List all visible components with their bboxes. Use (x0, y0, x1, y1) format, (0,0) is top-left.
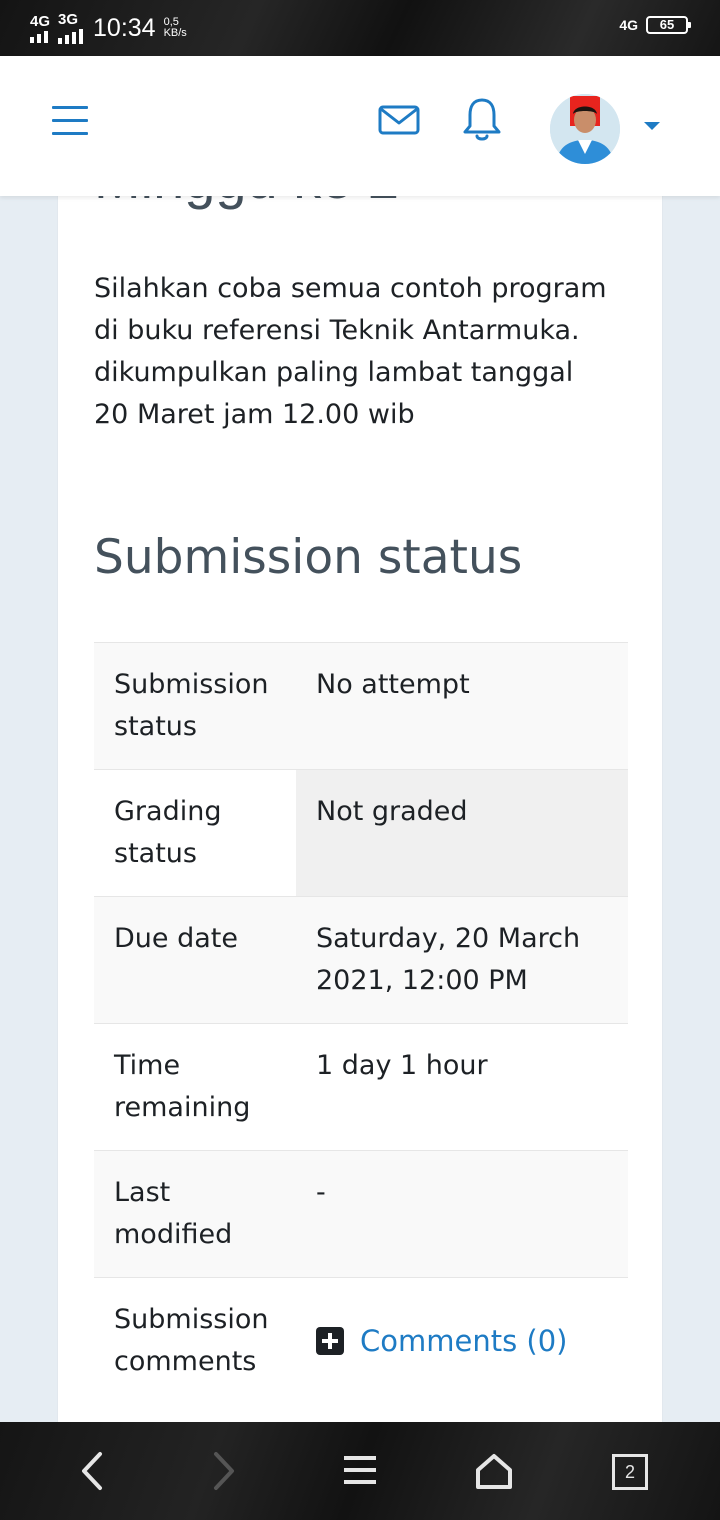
row-value: - (296, 1150, 628, 1278)
menu-icon[interactable] (342, 1454, 378, 1486)
app-header (0, 56, 720, 196)
row-value: 1 day 1 hour (296, 1023, 628, 1151)
chevron-left-icon[interactable] (76, 1450, 106, 1492)
section-title: Submission status (94, 530, 523, 585)
network-speed: 0,5 KB/s (164, 17, 187, 39)
row-label: Submission status (94, 642, 296, 770)
hamburger-icon[interactable] (52, 106, 88, 136)
comments-link[interactable]: Comments (0) (360, 1320, 568, 1362)
battery-level: 65 (659, 17, 675, 32)
table-row: Time remaining 1 day 1 hour (94, 1023, 628, 1151)
bell-icon[interactable] (462, 96, 502, 144)
row-label: Due date (94, 896, 296, 1024)
row-label: Last modified (94, 1150, 296, 1278)
signal-1: 4G (30, 14, 50, 43)
network-type-1: 4G (30, 12, 51, 30)
row-value: Saturday, 20 March 2021, 12:00 PM (296, 896, 628, 1024)
plus-square-icon[interactable] (316, 1327, 344, 1355)
tabs-button[interactable]: 2 (612, 1454, 648, 1490)
battery-icon: 65 (646, 16, 691, 34)
network-type-2: 3G (58, 11, 79, 28)
row-label: Submission comments (94, 1277, 296, 1404)
home-icon[interactable] (474, 1452, 514, 1490)
browser-nav-bar: 2 (0, 1422, 720, 1520)
status-left: 4G 3G 10:34 0,5 KB/s (30, 12, 187, 44)
mail-icon[interactable] (378, 104, 420, 136)
tabs-count: 2 (624, 1462, 635, 1482)
row-label: Time remaining (94, 1023, 296, 1151)
signal-2: 3G (58, 11, 84, 44)
row-label: Grading status (94, 769, 296, 897)
chevron-right-icon[interactable] (210, 1450, 240, 1492)
comments-toggle[interactable]: Comments (0) (316, 1320, 608, 1362)
clock: 10:34 (93, 13, 156, 42)
signal-bars-icon (30, 30, 48, 43)
table-row: Due date Saturday, 20 March 2021, 12:00 … (94, 896, 628, 1024)
table-row: Last modified - (94, 1150, 628, 1278)
speed-unit: KB/s (163, 27, 187, 39)
status-bar: 4G 3G 10:34 0,5 KB/s 4G 65 (0, 0, 720, 56)
row-value: Not graded (296, 769, 628, 897)
submission-status-table: Submission status No attempt Grading sta… (94, 642, 628, 1404)
status-right: 4G 65 (619, 16, 691, 34)
caret-down-icon[interactable] (644, 122, 660, 130)
row-value: No attempt (296, 642, 628, 770)
assignment-intro: Silahkan coba semua contoh program di bu… (94, 273, 607, 430)
signal-bars-icon (58, 29, 84, 44)
network-type-right: 4G (619, 17, 638, 33)
avatar[interactable] (550, 94, 620, 164)
table-row: Grading status Not graded (94, 769, 628, 897)
table-row: Submission comments Comments (0) (94, 1277, 628, 1404)
table-row: Submission status No attempt (94, 642, 628, 770)
comments-cell: Comments (0) (296, 1277, 628, 1404)
